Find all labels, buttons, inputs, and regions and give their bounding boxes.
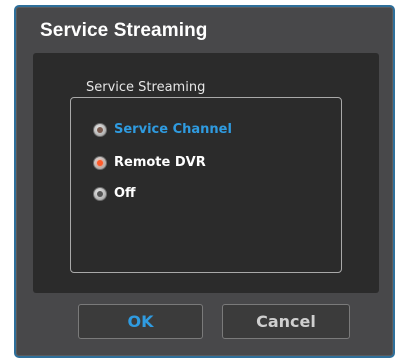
ok-button[interactable]: OK <box>78 304 203 339</box>
radio-remote-dvr[interactable]: Remote DVR <box>93 155 206 170</box>
dialog-title: Service Streaming <box>40 20 208 41</box>
radio-off[interactable]: Off <box>93 186 136 201</box>
service-streaming-dialog: Service Streaming Service Streaming Serv… <box>14 5 395 358</box>
radio-label-remote-dvr: Remote DVR <box>114 155 206 170</box>
radio-button-icon <box>93 186 107 201</box>
radio-button-icon <box>93 122 107 137</box>
dialog-content-panel: Service Streaming Service Channel Remote… <box>33 53 379 293</box>
radio-label-service-channel: Service Channel <box>114 122 232 137</box>
radio-button-selected-icon <box>93 155 107 170</box>
cancel-button[interactable]: Cancel <box>222 304 350 339</box>
radio-label-off: Off <box>114 186 136 201</box>
group-legend: Service Streaming <box>82 80 210 95</box>
radio-service-channel[interactable]: Service Channel <box>93 122 232 137</box>
